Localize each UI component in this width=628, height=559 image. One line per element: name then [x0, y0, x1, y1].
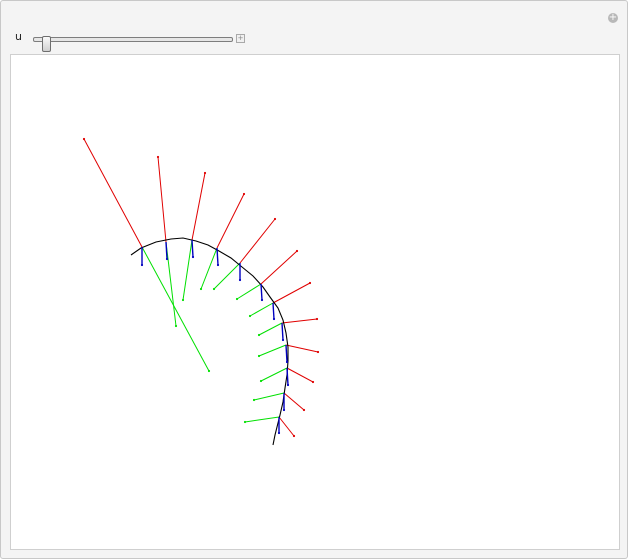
binormal-vector-head-6: [308, 281, 312, 285]
normal-vector-8: [258, 344, 287, 357]
normal-vector-6: [249, 302, 274, 317]
binormal-vector-head-8: [316, 350, 320, 354]
binormal-vector-head-1: [156, 155, 160, 159]
tangent-vector-3: [216, 247, 219, 266]
binormal-vector-head-10: [302, 408, 306, 412]
binormal-vector-head-4: [273, 217, 277, 221]
space-curve: [130, 237, 289, 446]
normal-vector-11: [244, 416, 280, 423]
normal-vector-4: [213, 262, 241, 290]
manipulate-panel: + u +: [0, 0, 628, 559]
binormal-vector-head-5: [295, 249, 299, 253]
frenet-frame-graphic: [82, 137, 320, 446]
normal-vector-head-0: [207, 369, 211, 373]
tangent-vector-6: [272, 302, 275, 320]
u-slider[interactable]: [33, 36, 233, 52]
normal-vector-1: [165, 241, 177, 327]
binormal-vector-6: [272, 282, 311, 304]
tangent-vector-2: [191, 239, 194, 258]
binormal-vector-11: [278, 416, 295, 437]
tangent-vector-8: [285, 344, 288, 363]
normal-vector-head-9: [259, 379, 263, 383]
tangent-vector-9: [286, 367, 289, 386]
tangent-vector-head-9: [286, 383, 290, 387]
tangent-vector-1: [165, 241, 168, 260]
normal-vector-3: [200, 247, 218, 290]
tangent-vector-head-2: [191, 255, 195, 259]
tangent-vector-head-3: [216, 263, 220, 267]
u-label: u: [15, 30, 22, 43]
tangent-vector-head-4: [238, 278, 242, 282]
u-control: u +: [15, 30, 255, 52]
normal-vector-head-7: [257, 333, 261, 337]
binormal-vector-0: [83, 138, 143, 248]
tangent-vector-head-0: [140, 263, 144, 267]
u-slider-thumb[interactable]: [41, 36, 51, 52]
plus-square-icon[interactable]: +: [236, 34, 245, 43]
binormal-vector-4: [239, 218, 276, 264]
binormal-vector-5: [260, 250, 298, 285]
plot-area[interactable]: [10, 54, 620, 550]
tangent-vector-head-7: [281, 338, 285, 342]
binormal-vector-3: [216, 193, 245, 249]
binormal-vector-head-0: [82, 137, 86, 141]
normal-vector-head-5: [235, 297, 239, 301]
normal-vector-5: [236, 283, 262, 300]
binormal-vector-9: [286, 367, 314, 383]
binormal-vector-8: [285, 344, 319, 353]
binormal-vector-7: [281, 318, 318, 324]
tangent-vector-5: [260, 283, 263, 301]
normal-vector-head-8: [257, 354, 261, 358]
normal-vector-head-1: [174, 324, 178, 328]
tangent-vector-7: [281, 322, 284, 341]
normal-vector-head-10: [252, 398, 256, 402]
tangent-vector-head-1: [165, 257, 169, 261]
binormal-vector-head-7: [315, 317, 319, 321]
tangent-vector-head-5: [260, 298, 264, 302]
binormal-vector-head-9: [311, 380, 315, 384]
normal-vector-head-6: [248, 314, 252, 318]
normal-vector-9: [260, 367, 288, 382]
tangent-vector-head-11: [277, 431, 281, 435]
tangent-vector-head-10: [282, 408, 286, 412]
binormal-vector-head-2: [203, 171, 207, 175]
normal-vector-0: [141, 246, 210, 372]
tangent-vector-head-6: [272, 317, 276, 321]
normal-vector-2: [182, 239, 193, 301]
binormal-vector-2: [191, 172, 206, 241]
normal-vector-10: [253, 392, 285, 401]
binormal-vector-1: [157, 156, 167, 243]
binormal-vector-head-11: [292, 434, 296, 438]
normal-vector-head-11: [243, 420, 247, 424]
binormal-vector-head-3: [242, 192, 246, 196]
normal-vector-head-2: [181, 298, 185, 302]
normal-vector-head-3: [199, 287, 203, 291]
plus-circle-icon[interactable]: +: [608, 13, 618, 23]
normal-vector-7: [258, 322, 283, 336]
tangent-vector-head-8: [285, 360, 289, 364]
binormal-vector-10: [283, 392, 305, 411]
normal-vector-head-4: [212, 287, 216, 291]
